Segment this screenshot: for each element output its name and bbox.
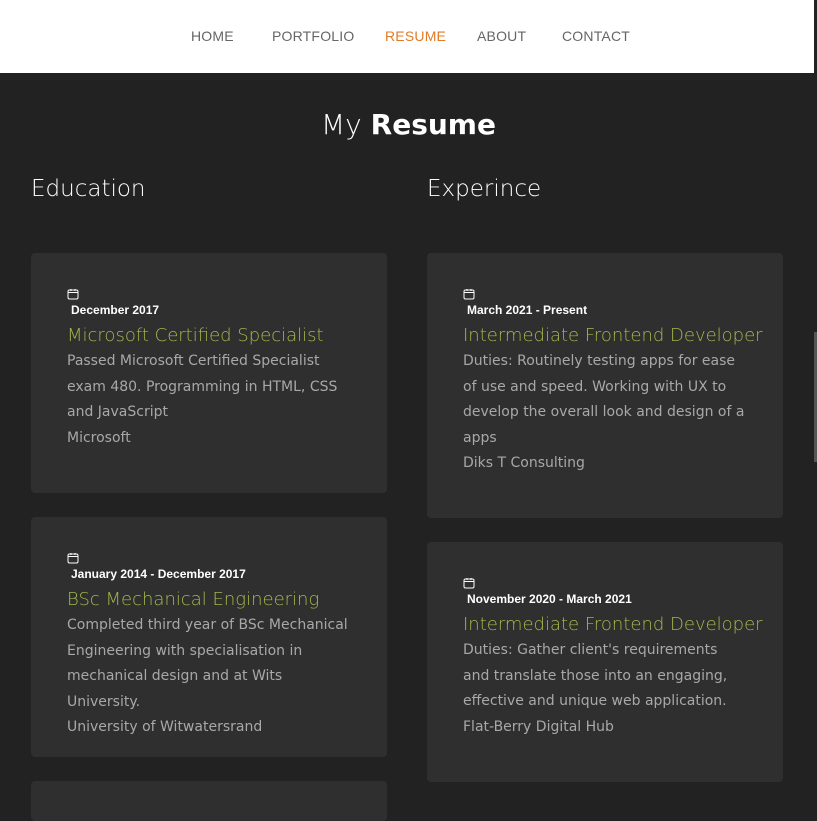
- experience-description: Duties: Routinely testing apps for ease …: [463, 353, 745, 446]
- calendar-icon: [463, 289, 475, 300]
- page-title-prefix: My: [321, 108, 362, 141]
- page-title: My Resume: [0, 108, 817, 141]
- experience-title: Intermediate Frontend Developer: [463, 614, 763, 635]
- experience-organization: Diks T Consulting: [463, 455, 585, 471]
- education-card: December 2017 Microsoft Certified Specia…: [31, 253, 387, 493]
- nav-contact-link[interactable]: CONTACT: [562, 28, 630, 44]
- nav-resume-link[interactable]: RESUME: [385, 28, 446, 44]
- education-organization: University of Witwatersrand: [67, 719, 263, 735]
- experience-description: Duties: Gather client's requirements and…: [463, 642, 728, 709]
- experience-date: November 2020 - March 2021: [467, 592, 632, 606]
- experience-heading: Experince: [427, 176, 542, 202]
- education-organization: Microsoft: [67, 429, 131, 446]
- experience-date: March 2021 - Present: [467, 303, 588, 317]
- page-title-emphasis: Resume: [370, 108, 496, 141]
- education-date: December 2017: [71, 303, 160, 317]
- education-title: Microsoft Certified Specialist: [67, 325, 324, 346]
- education-card: January 2014 - December 2017 BSc Mechani…: [31, 517, 387, 757]
- education-title: BSc Mechanical Engineering: [67, 589, 320, 610]
- calendar-icon: [67, 289, 79, 300]
- education-description: Passed Microsoft Certified Specialist ex…: [67, 353, 338, 420]
- experience-organization: Flat-Berry Digital Hub: [463, 718, 614, 735]
- education-card-partial: [31, 781, 387, 821]
- education-heading: Education: [31, 176, 146, 202]
- top-navbar: HOME PORTFOLIO RESUME ABOUT CONTACT: [0, 0, 817, 73]
- education-date: January 2014 - December 2017: [71, 567, 246, 581]
- nav-portfolio-link[interactable]: PORTFOLIO: [272, 28, 354, 44]
- calendar-icon: [67, 553, 79, 564]
- experience-title: Intermediate Frontend Developer: [463, 325, 763, 346]
- experience-card: March 2021 - Present Intermediate Fronte…: [427, 253, 783, 518]
- calendar-icon: [463, 578, 475, 589]
- nav-about-link[interactable]: ABOUT: [477, 28, 526, 44]
- nav-home-link[interactable]: HOME: [191, 28, 234, 44]
- education-description: Completed third year of BSc Mechanical E…: [67, 617, 348, 710]
- experience-card: November 2020 - March 2021 Intermediate …: [427, 542, 783, 782]
